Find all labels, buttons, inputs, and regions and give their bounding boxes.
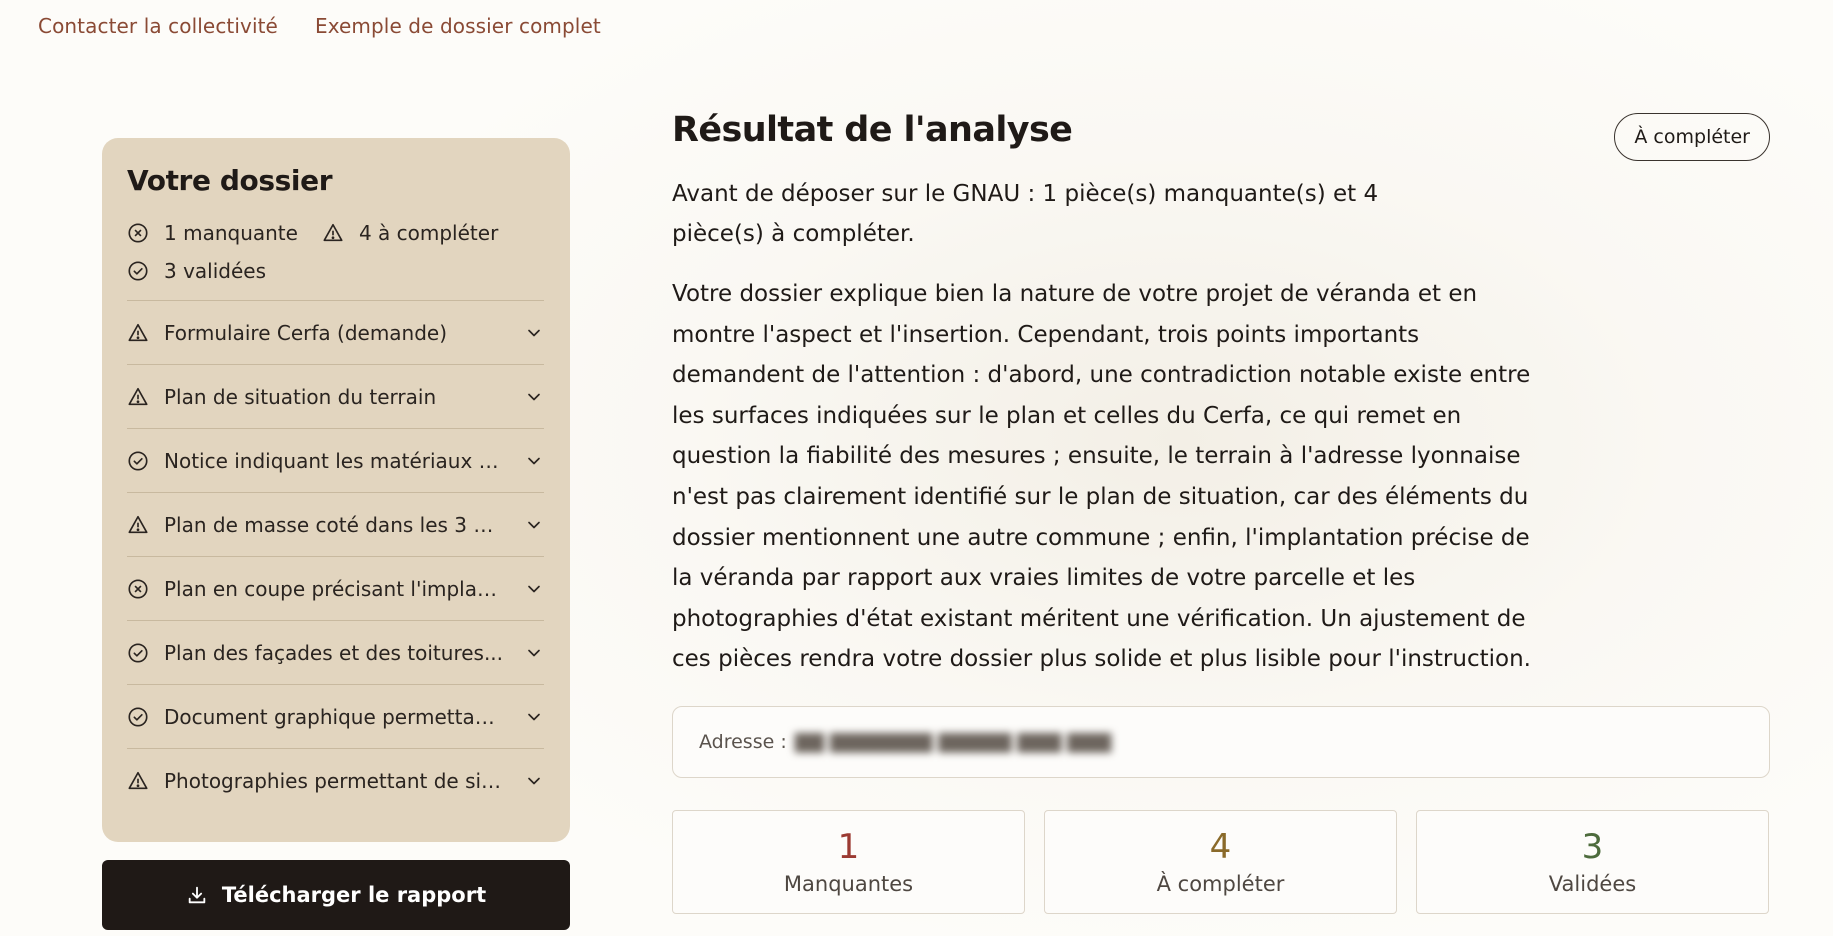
address-label: Adresse : <box>699 730 787 753</box>
dossier-item-label: Plan des façades et des toitures... <box>164 640 504 665</box>
dossier-item-label: Document graphique permettan... <box>164 704 504 729</box>
dossier-item[interactable]: Formulaire Cerfa (demande) <box>127 301 544 365</box>
chevron-down-icon[interactable] <box>524 579 544 599</box>
count-value: 4 <box>1209 827 1232 868</box>
count-card: 3 Validées <box>1416 809 1769 914</box>
chevron-down-icon[interactable] <box>524 323 544 343</box>
count-card: 4 À compléter <box>1044 809 1397 914</box>
warning-icon <box>127 770 149 792</box>
address-value-redacted: ▇▇ ▇▇▇▇▇▇▇ ▇▇▇▇▇ ▇▇▇ ▇▇▇ <box>794 730 1112 753</box>
counts-row: 1 Manquantes 4 À compléter 3 Validées <box>672 809 1770 914</box>
dossier-item[interactable]: Notice indiquant les matériaux u... <box>127 429 544 493</box>
dossier-item[interactable]: Photographies permettant de sit... <box>127 749 544 813</box>
dossier-item[interactable]: Plan en coupe précisant l'implan... <box>127 557 544 621</box>
dossier-items: Formulaire Cerfa (demande) Plan de situat… <box>127 300 544 813</box>
status-badge[interactable]: À compléter <box>1614 113 1770 161</box>
stat-missing: 1 manquante <box>127 221 298 245</box>
dossier-item-label: Notice indiquant les matériaux u... <box>164 448 504 473</box>
page-title: Résultat de l'analyse <box>672 110 1073 150</box>
panel-title: Votre dossier <box>127 164 333 197</box>
dossier-item[interactable]: Plan de masse coté dans les 3 di... <box>127 493 544 557</box>
warning-icon <box>322 222 344 244</box>
result-summary: Avant de déposer sur le GNAU : 1 pièce(s… <box>672 181 1379 247</box>
dossier-panel: Votre dossier 1 manquante 4 à compléter <box>102 138 570 842</box>
count-value: 3 <box>1581 827 1604 868</box>
example-dossier-link[interactable]: Exemple de dossier complet <box>315 14 601 38</box>
stat-validated: 3 validées <box>127 259 266 283</box>
result-explanation: Votre dossier explique bien la nature de… <box>672 281 1531 673</box>
chevron-down-icon[interactable] <box>524 387 544 407</box>
download-report-button[interactable]: Télécharger le rapport <box>102 860 570 930</box>
warning-icon <box>127 322 149 344</box>
top-nav: Contacter la collectivité Exemple de dos… <box>38 14 601 38</box>
dossier-item[interactable]: Document graphique permettan... <box>127 685 544 749</box>
count-label: Manquantes <box>783 872 914 897</box>
analysis-result: Résultat de l'analyse À compléter Avant … <box>672 110 1770 914</box>
address-field: Adresse : ▇▇ ▇▇▇▇▇▇▇ ▇▇▇▇▇ ▇▇▇ ▇▇▇ <box>672 705 1770 778</box>
dossier-item-label: Plan en coupe précisant l'implan... <box>164 576 504 601</box>
chevron-down-icon[interactable] <box>524 515 544 535</box>
dossier-stats: 1 manquante 4 à compléter 3 validées <box>127 214 544 290</box>
stat-to-complete: 4 à compléter <box>322 221 498 245</box>
check-circle-icon <box>127 706 149 728</box>
dossier-item-label: Plan de masse coté dans les 3 di... <box>164 512 504 537</box>
count-card: 1 Manquantes <box>672 809 1025 914</box>
count-label: Validées <box>1548 872 1637 897</box>
chevron-down-icon[interactable] <box>524 643 544 663</box>
check-circle-icon <box>127 450 149 472</box>
check-circle-icon <box>127 260 149 282</box>
warning-icon <box>127 386 149 408</box>
x-circle-icon <box>127 578 149 600</box>
dossier-item-label: Photographies permettant de sit... <box>164 769 504 793</box>
count-label: À compléter <box>1156 872 1285 897</box>
check-circle-icon <box>127 642 149 664</box>
count-value: 1 <box>837 827 860 868</box>
warning-icon <box>127 514 149 536</box>
chevron-down-icon[interactable] <box>524 771 544 791</box>
dossier-item[interactable]: Plan des façades et des toitures... <box>127 621 544 685</box>
dossier-item-label: Formulaire Cerfa (demande) <box>164 320 448 345</box>
chevron-down-icon[interactable] <box>524 707 544 727</box>
download-icon <box>186 884 208 906</box>
dossier-item[interactable]: Plan de situation du terrain <box>127 365 544 429</box>
x-circle-icon <box>127 222 149 244</box>
contact-link[interactable]: Contacter la collectivité <box>38 14 278 38</box>
dossier-item-label: Plan de situation du terrain <box>164 384 437 409</box>
chevron-down-icon[interactable] <box>524 451 544 471</box>
